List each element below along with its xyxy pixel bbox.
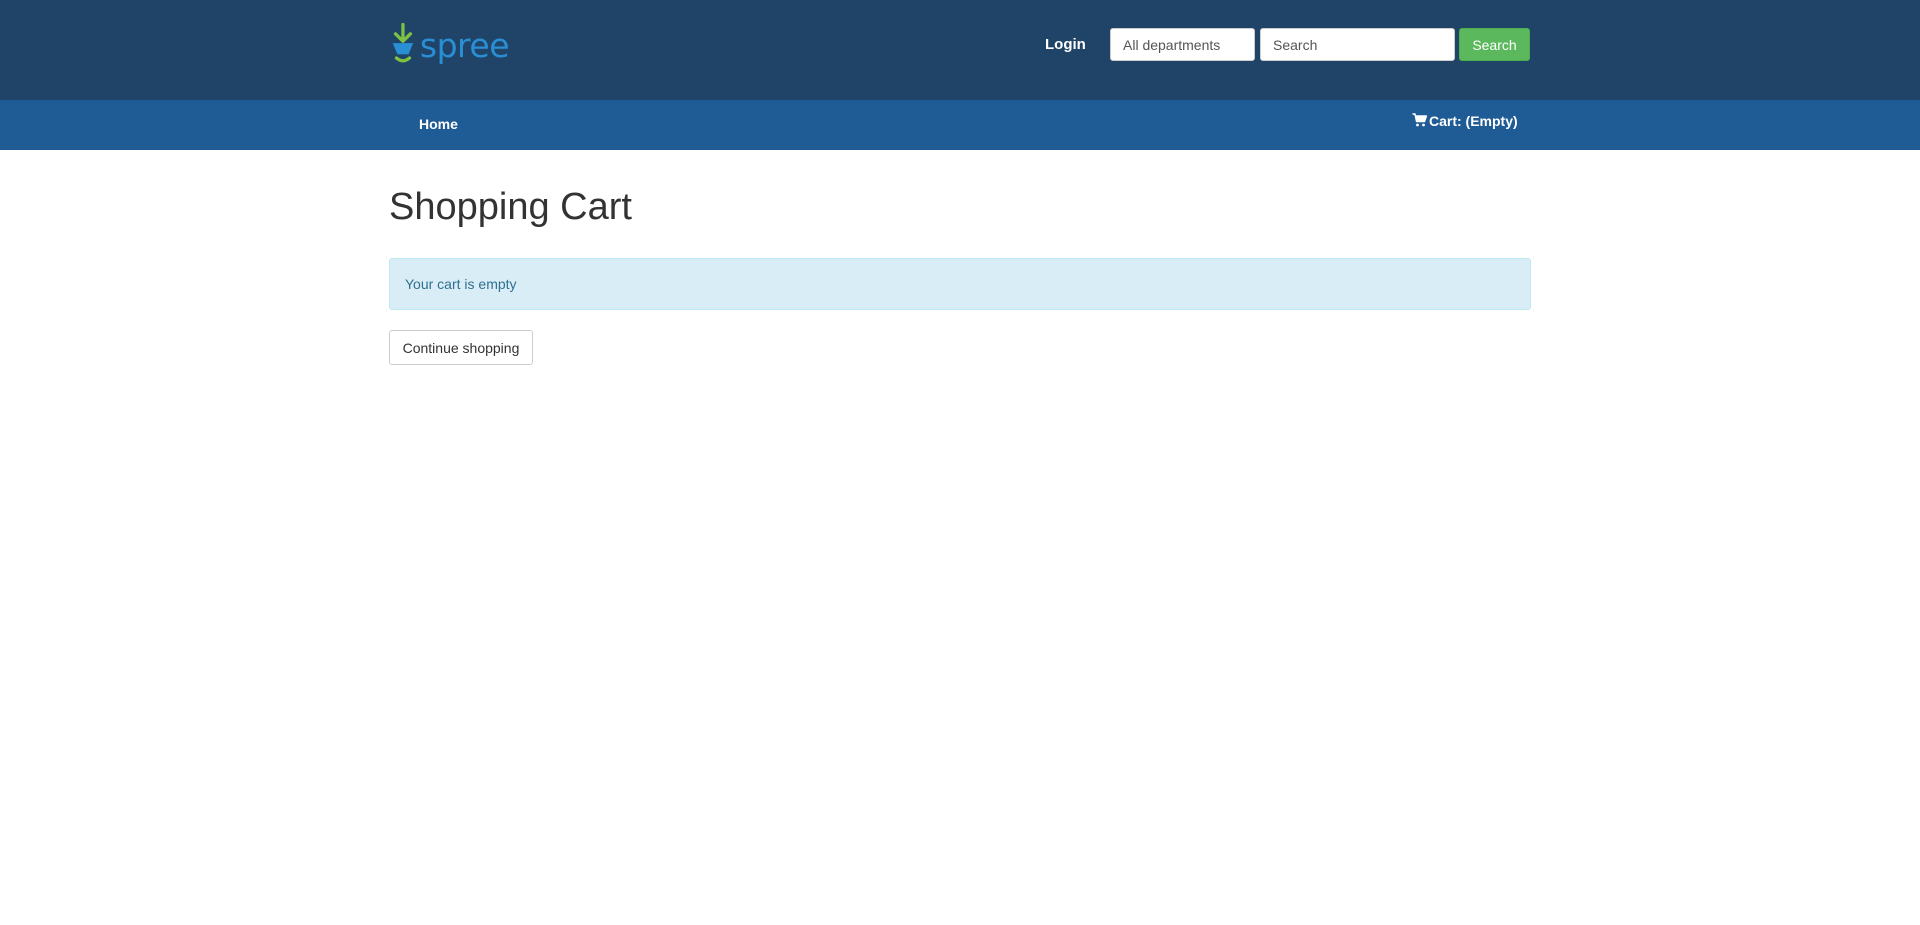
shopping-cart-icon <box>1412 113 1427 127</box>
logo-text: spree <box>419 25 510 65</box>
top-header: spree Login All departments Search <box>0 0 1920 100</box>
spree-logo[interactable]: spree <box>389 20 510 70</box>
continue-shopping-button[interactable]: Continue shopping <box>389 330 533 365</box>
login-link[interactable]: Login <box>1045 36 1086 53</box>
page-title: Shopping Cart <box>389 186 632 228</box>
department-select[interactable]: All departments <box>1110 28 1255 61</box>
search-button[interactable]: Search <box>1459 28 1530 61</box>
department-select-value: All departments <box>1123 36 1221 53</box>
nav-cart-link[interactable]: Cart: (Empty) <box>1412 113 1518 129</box>
empty-cart-alert: Your cart is empty <box>389 258 1531 310</box>
empty-cart-message: Your cart is empty <box>405 276 517 292</box>
main-nav: Home Cart: (Empty) <box>0 100 1920 150</box>
nav-home-link[interactable]: Home <box>419 116 458 132</box>
search-input[interactable] <box>1260 28 1455 61</box>
cart-label: Cart: (Empty) <box>1429 113 1518 129</box>
spree-logo-icon <box>392 22 414 63</box>
